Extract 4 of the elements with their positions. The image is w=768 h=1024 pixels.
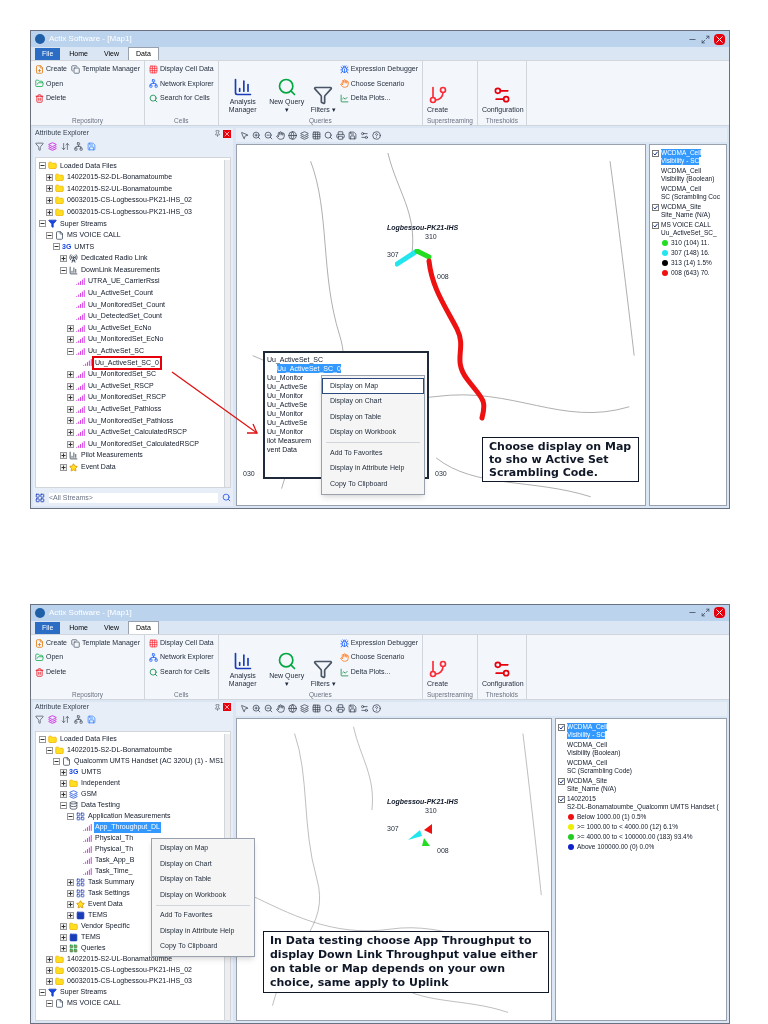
callout-note: In Data testing choose App Throughput to display Down Link Throughput value either on table or Map depends on your own choice, same apply to Uplink — [263, 930, 549, 993]
window-title: Actix Software - [Map1] — [49, 33, 133, 45]
callout-note: Choose display on Map to sho w Active Set Scrambling Code. — [482, 437, 639, 482]
window-title: Actix Software - [Map1] — [49, 606, 133, 619]
